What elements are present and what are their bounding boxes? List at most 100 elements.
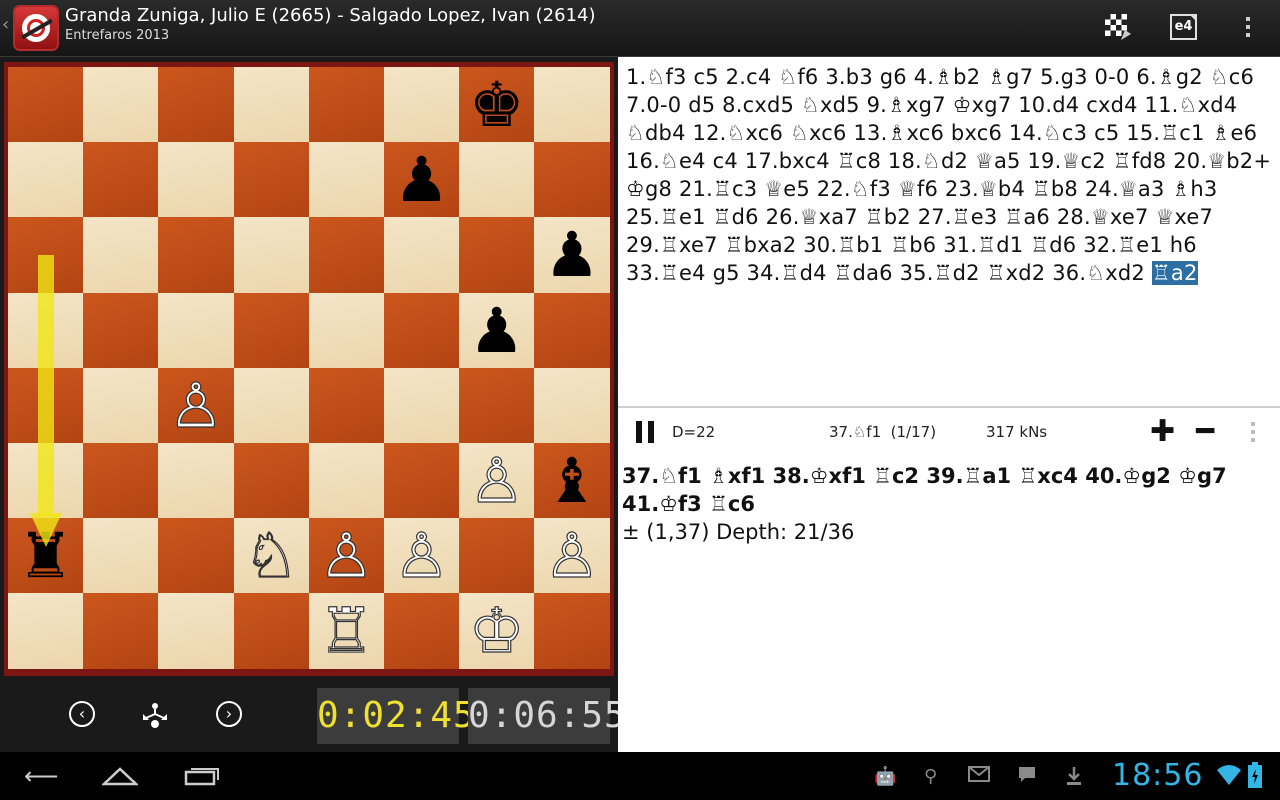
chess-board[interactable]: ♚ ♟ ♟ ♟ ♙ ♙ ♝ ♜ ♘ ♙ ♙ ♙ ♖ ♔ bbox=[8, 67, 611, 670]
recent-apps-icon[interactable] bbox=[184, 766, 220, 786]
white-piece-d2[interactable]: ♘ bbox=[234, 518, 309, 593]
back-nav-icon[interactable]: ⟵ bbox=[24, 762, 58, 790]
remove-line-icon[interactable]: ━ bbox=[1196, 417, 1214, 447]
wifi-icon bbox=[1217, 765, 1241, 785]
white-piece-g3[interactable]: ♙ bbox=[459, 443, 534, 518]
black-piece-h3[interactable]: ♝ bbox=[534, 443, 609, 518]
square-g2[interactable] bbox=[459, 518, 536, 595]
engine-panel bbox=[618, 408, 1280, 752]
action-bar: ‹ Granda Zuniga, Julio E (2665) - Salgad… bbox=[0, 0, 1280, 57]
usb-icon: ⚲ bbox=[924, 766, 938, 787]
next-move-button[interactable]: › bbox=[216, 701, 242, 727]
square-h1[interactable] bbox=[534, 593, 611, 670]
android-debug-icon: 🤖 bbox=[874, 766, 897, 787]
talk-icon bbox=[1019, 767, 1035, 782]
square-b6[interactable] bbox=[83, 217, 160, 294]
black-piece-h6[interactable]: ♟ bbox=[534, 217, 609, 292]
square-g7[interactable] bbox=[459, 142, 536, 219]
variation-branch-icon[interactable] bbox=[140, 700, 170, 730]
square-f1[interactable] bbox=[384, 593, 460, 670]
square-c6[interactable] bbox=[158, 217, 235, 294]
square-d4[interactable] bbox=[233, 367, 310, 444]
square-c3[interactable] bbox=[158, 443, 235, 519]
home-nav-icon[interactable] bbox=[102, 766, 138, 786]
square-c2[interactable] bbox=[158, 518, 235, 595]
square-d7[interactable] bbox=[233, 142, 310, 219]
square-e8[interactable] bbox=[308, 67, 385, 143]
square-f5[interactable] bbox=[384, 292, 460, 369]
overflow-menu-icon[interactable] bbox=[1240, 14, 1256, 42]
square-d8[interactable] bbox=[233, 67, 310, 143]
square-a1[interactable] bbox=[8, 593, 84, 670]
square-b5[interactable] bbox=[83, 292, 160, 369]
square-b2[interactable] bbox=[83, 518, 160, 595]
move-list[interactable]: 1.♘f3 c5 2.c4 ♘f6 3.b3 g6 4.♗b2 ♗g7 5.g3… bbox=[626, 63, 1274, 287]
event-subtitle: Entrefaros 2013 bbox=[65, 28, 170, 43]
square-f4[interactable] bbox=[384, 367, 460, 444]
square-c7[interactable] bbox=[158, 142, 235, 219]
square-f3[interactable] bbox=[384, 443, 460, 519]
square-b1[interactable] bbox=[83, 593, 160, 670]
white-piece-e2[interactable]: ♙ bbox=[309, 518, 384, 593]
square-h5[interactable] bbox=[534, 292, 611, 369]
square-b8[interactable] bbox=[83, 67, 160, 143]
engine-current-move: 37.♘f1 (1/17) bbox=[829, 423, 937, 441]
square-g6[interactable] bbox=[459, 217, 536, 294]
square-d1[interactable] bbox=[233, 593, 310, 670]
square-f6[interactable] bbox=[384, 217, 460, 294]
square-b3[interactable] bbox=[83, 443, 160, 519]
square-b7[interactable] bbox=[83, 142, 160, 219]
square-h4[interactable] bbox=[534, 367, 611, 444]
square-f8[interactable] bbox=[384, 67, 460, 143]
square-e6[interactable] bbox=[308, 217, 385, 294]
white-piece-e1[interactable]: ♖ bbox=[309, 593, 384, 668]
square-c1[interactable] bbox=[158, 593, 235, 670]
add-line-icon[interactable]: ✚ bbox=[1150, 417, 1175, 447]
square-c8[interactable] bbox=[158, 67, 235, 143]
square-d3[interactable] bbox=[233, 443, 310, 519]
engine-menu-icon[interactable] bbox=[1250, 420, 1256, 446]
up-chevron-icon[interactable]: ‹ bbox=[2, 14, 9, 35]
engine-arrow-head bbox=[30, 513, 62, 547]
black-piece-f7[interactable]: ♟ bbox=[384, 142, 459, 217]
engine-depth: D=22 bbox=[672, 423, 716, 441]
current-move[interactable]: ♖a2 bbox=[1151, 261, 1198, 285]
previous-move-button[interactable]: ‹ bbox=[69, 701, 95, 727]
black-piece-g8[interactable]: ♚ bbox=[459, 67, 534, 142]
square-h7[interactable] bbox=[534, 142, 611, 219]
white-piece-c4[interactable]: ♙ bbox=[158, 368, 233, 443]
white-piece-g1[interactable]: ♔ bbox=[459, 593, 534, 668]
white-piece-h2[interactable]: ♙ bbox=[534, 518, 609, 593]
battery-icon bbox=[1248, 762, 1262, 788]
square-e4[interactable] bbox=[308, 367, 385, 444]
square-h8[interactable] bbox=[534, 67, 611, 143]
moves-text[interactable]: 1.♘f3 c5 2.c4 ♘f6 3.b3 g6 4.♗b2 ♗g7 5.g3… bbox=[626, 65, 1271, 285]
square-a7[interactable] bbox=[8, 142, 84, 219]
black-clock: 0:06:55 bbox=[468, 688, 626, 744]
engine-principal-variation[interactable]: 37.♘f1 ♗xf1 38.♔xf1 ♖c2 39.♖a1 ♖xc4 40.♔… bbox=[622, 462, 1276, 518]
flip-board-icon[interactable] bbox=[1105, 14, 1131, 40]
square-c5[interactable] bbox=[158, 292, 235, 369]
clock-time: 18:56 bbox=[1112, 758, 1204, 793]
square-b4[interactable] bbox=[83, 367, 160, 444]
download-icon bbox=[1067, 767, 1081, 785]
gmail-icon bbox=[968, 766, 990, 782]
notation-panel[interactable]: 1.♘f3 c5 2.c4 ♘f6 3.b3 g6 4.♗b2 ♗g7 5.g3… bbox=[618, 57, 1280, 406]
square-d5[interactable] bbox=[233, 292, 310, 369]
engine-evaluation: ± (1,37) Depth: 21/36 bbox=[622, 520, 855, 544]
black-piece-g5[interactable]: ♟ bbox=[459, 293, 534, 368]
pause-engine-icon[interactable] bbox=[636, 421, 656, 443]
square-e7[interactable] bbox=[308, 142, 385, 219]
square-a8[interactable] bbox=[8, 67, 84, 143]
square-e5[interactable] bbox=[308, 292, 385, 369]
square-d6[interactable] bbox=[233, 217, 310, 294]
square-e3[interactable] bbox=[308, 443, 385, 519]
square-g4[interactable] bbox=[459, 367, 536, 444]
white-clock: 0:02:45 bbox=[317, 688, 475, 744]
engine-arrow-shaft bbox=[38, 255, 54, 515]
white-piece-f2[interactable]: ♙ bbox=[384, 518, 459, 593]
engine-speed: 317 kNs bbox=[986, 423, 1048, 441]
game-title: Granda Zuniga, Julio E (2665) - Salgado … bbox=[65, 5, 596, 26]
app-logo-icon[interactable] bbox=[13, 5, 59, 51]
notation-mode-button[interactable]: e4 bbox=[1170, 14, 1197, 40]
